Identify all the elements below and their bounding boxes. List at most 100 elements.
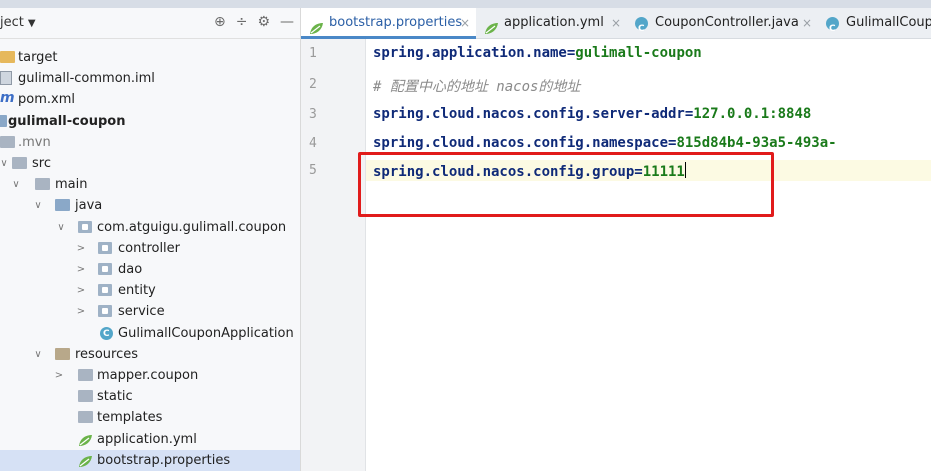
tree-item-label: entity bbox=[118, 283, 156, 299]
property-key: spring.cloud.nacos.config.server-addr= bbox=[373, 106, 694, 122]
package-icon bbox=[98, 284, 112, 297]
editor-tab-label: CouponController.java bbox=[655, 15, 799, 30]
tree-item[interactable]: ∨ java bbox=[0, 195, 300, 216]
tree-item-label: java bbox=[75, 198, 103, 214]
tree-item-label: gulimall-common.iml bbox=[18, 71, 155, 87]
tree-item[interactable]: > dao bbox=[0, 259, 300, 280]
tree-item[interactable]: static bbox=[0, 386, 300, 407]
tree-item[interactable]: bootstrap.properties bbox=[0, 449, 300, 471]
maven-icon: m bbox=[0, 90, 15, 107]
tree-item[interactable]: > entity bbox=[0, 280, 300, 301]
tree-item-label: controller bbox=[118, 240, 181, 256]
chevron-down-icon[interactable]: ∨ bbox=[32, 344, 44, 365]
editor-tab[interactable]: GulimallCoup bbox=[818, 8, 931, 44]
spring-leaf-icon bbox=[484, 17, 499, 34]
tree-item-label: pom.xml bbox=[18, 92, 75, 108]
editor-tab-label: application.yml bbox=[504, 15, 604, 30]
project-panel: ject ▼ ⊕ ÷ ⚙ — target gulimall-common.iml m… bbox=[0, 8, 301, 471]
chevron-right-icon[interactable]: > bbox=[75, 259, 87, 280]
tree-item[interactable]: application.yml bbox=[0, 429, 300, 450]
line-number: 3 bbox=[309, 107, 317, 122]
chevron-down-icon[interactable]: ∨ bbox=[32, 195, 44, 216]
property-value: 815d84b4-93a5-493a- bbox=[676, 135, 837, 151]
source-folder-icon bbox=[55, 199, 70, 212]
close-icon[interactable]: × bbox=[802, 8, 812, 38]
annotation-highlight-box bbox=[358, 152, 774, 217]
editor-tab[interactable]: bootstrap.properties × bbox=[301, 8, 476, 39]
spring-leaf-icon bbox=[78, 433, 93, 446]
tree-item-label: application.yml bbox=[97, 431, 197, 447]
tree-item-label: com.atguigu.gulimall.coupon bbox=[97, 219, 287, 235]
property-key: spring.application.name= bbox=[373, 45, 576, 61]
tree-item[interactable]: gulimall-coupon bbox=[0, 111, 300, 132]
iml-file-icon bbox=[0, 71, 12, 86]
chevron-down-icon[interactable]: ∨ bbox=[55, 217, 67, 238]
tree-item[interactable]: templates bbox=[0, 407, 300, 428]
property-value: 127.0.0.1:8848 bbox=[693, 106, 812, 122]
tree-item-label: service bbox=[118, 304, 165, 320]
tree-item[interactable]: ∨ resources bbox=[0, 344, 300, 365]
gear-icon[interactable]: ⚙ bbox=[257, 13, 270, 31]
project-panel-header: ject ▼ ⊕ ÷ ⚙ — bbox=[0, 8, 300, 39]
chevron-right-icon[interactable]: > bbox=[75, 301, 87, 322]
line-number: 2 bbox=[309, 77, 317, 92]
editor-tab-bar: bootstrap.properties×application.yml×Cou… bbox=[301, 8, 931, 44]
folder-icon bbox=[0, 135, 15, 148]
chevron-right-icon[interactable]: > bbox=[75, 238, 87, 259]
tree-item[interactable]: gulimall-common.iml bbox=[0, 68, 300, 89]
tree-item[interactable]: > service bbox=[0, 301, 300, 322]
class-icon bbox=[100, 324, 113, 345]
tree-item-label: target bbox=[18, 50, 58, 65]
hide-panel-icon[interactable]: — bbox=[280, 13, 294, 31]
editor-tab[interactable]: CouponController.java× bbox=[627, 8, 818, 44]
chevron-right-icon[interactable]: > bbox=[53, 365, 65, 386]
tree-item[interactable]: .mvn bbox=[0, 132, 300, 153]
tree-item[interactable]: target bbox=[0, 47, 300, 68]
tree-item-label: dao bbox=[118, 262, 143, 277]
class-icon bbox=[635, 14, 648, 44]
package-icon bbox=[98, 241, 112, 254]
chevron-down-icon[interactable]: ∨ bbox=[0, 153, 10, 174]
tree-item[interactable]: m pom.xml bbox=[0, 89, 300, 110]
editor-tab[interactable]: application.yml × bbox=[476, 8, 627, 38]
tree-item-label: static bbox=[97, 389, 133, 405]
resources-folder-icon bbox=[55, 347, 70, 360]
tree-item-label: bootstrap.properties bbox=[97, 452, 231, 468]
close-icon[interactable]: × bbox=[460, 8, 470, 38]
code-line: # 配置中心的地址 nacos的地址 bbox=[373, 76, 580, 96]
code-comment: # 配置中心的地址 nacos的地址 bbox=[373, 79, 581, 95]
package-icon bbox=[98, 263, 112, 275]
chevron-down-icon: ▼ bbox=[27, 18, 36, 29]
tree-item[interactable]: ∨ com.atguigu.gulimall.coupon bbox=[0, 217, 300, 238]
code-editor[interactable]: spring.application.name=gulimall-coupon #… bbox=[366, 39, 931, 471]
tree-item-label: main bbox=[55, 177, 88, 193]
spring-leaf-icon bbox=[78, 454, 93, 467]
tree-item[interactable]: ∨ main bbox=[0, 174, 300, 195]
property-value: gulimall-coupon bbox=[575, 45, 702, 61]
project-toolbar: ⊕ ÷ ⚙ — bbox=[214, 13, 294, 31]
line-number: 4 bbox=[309, 136, 317, 151]
close-icon[interactable]: × bbox=[611, 8, 621, 38]
tree-item[interactable]: GulimallCouponApplication bbox=[0, 323, 300, 345]
editor-tab-label: bootstrap.properties bbox=[329, 15, 463, 30]
tree-item[interactable]: ∨ src bbox=[0, 153, 300, 174]
chevron-down-icon[interactable]: ∨ bbox=[10, 174, 22, 195]
line-number: 5 bbox=[309, 163, 317, 178]
project-title-label: ject bbox=[0, 15, 24, 30]
locate-icon[interactable]: ⊕ bbox=[214, 13, 226, 31]
folder-yellow-icon bbox=[0, 51, 15, 63]
code-line: spring.application.name=gulimall-coupon bbox=[373, 45, 702, 61]
tree-item-label: gulimall-coupon bbox=[8, 113, 126, 129]
spring-leaf-icon bbox=[309, 17, 324, 34]
chevron-right-icon[interactable]: > bbox=[75, 280, 87, 301]
tree-item-label: resources bbox=[75, 346, 139, 362]
tree-item-label: templates bbox=[97, 410, 163, 426]
folder-icon bbox=[12, 157, 27, 169]
tree-item[interactable]: > mapper.coupon bbox=[0, 365, 300, 386]
tree-item-label: .mvn bbox=[18, 134, 51, 150]
project-view-selector[interactable]: ject ▼ bbox=[0, 15, 36, 30]
collapse-all-icon[interactable]: ÷ bbox=[236, 13, 248, 31]
folder-icon bbox=[78, 411, 93, 424]
editor-tab-label: GulimallCoup bbox=[846, 15, 931, 30]
tree-item[interactable]: > controller bbox=[0, 238, 300, 259]
